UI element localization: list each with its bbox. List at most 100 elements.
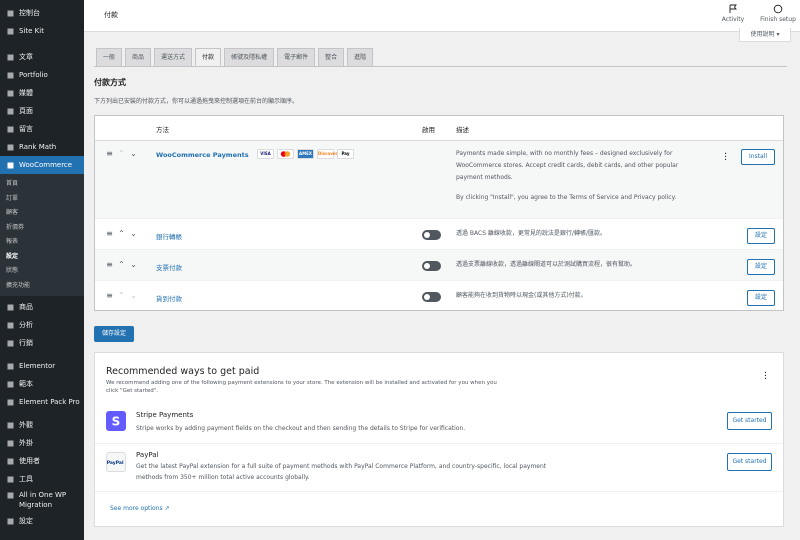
sidebar-item-label: Element Pack Pro xyxy=(19,398,80,406)
move-down-icon[interactable]: ⌄ xyxy=(129,291,138,300)
setup-button[interactable]: 設定 xyxy=(746,228,775,244)
setup-button[interactable]: 設定 xyxy=(746,290,775,306)
sidebar-item-dashboard[interactable]: 控制台 xyxy=(0,4,84,22)
drag-handle-icon[interactable]: ≡ xyxy=(105,260,114,269)
sidebar-item-woo[interactable]: WooCommerce xyxy=(0,156,84,174)
move-down-icon[interactable]: ⌄ xyxy=(129,149,138,158)
tab-3[interactable]: 付款 xyxy=(195,48,222,66)
sidebar-item-elementor[interactable]: Elementor xyxy=(0,357,84,375)
tab-5[interactable]: 電子郵件 xyxy=(277,48,316,66)
drag-handle-icon[interactable]: ≡ xyxy=(105,229,114,238)
drag-handle-icon[interactable]: ≡ xyxy=(105,291,114,300)
help-tab-button[interactable]: 使用說明 ▾ xyxy=(739,28,791,42)
move-up-icon[interactable]: ⌃ xyxy=(117,149,126,158)
tab-4[interactable]: 帳號及隱私權 xyxy=(224,48,275,66)
get-started-button[interactable]: Get started xyxy=(727,453,772,471)
sidebar-item-brush[interactable]: 外觀 xyxy=(0,416,84,434)
sidebar-item-comment[interactable]: 留言 xyxy=(0,120,84,138)
submenu-item[interactable]: 顧客 xyxy=(0,206,84,221)
col-method: 方法 xyxy=(156,126,169,134)
sidebar-item-user[interactable]: 使用者 xyxy=(0,452,84,470)
template-icon xyxy=(5,379,15,389)
tab-1[interactable]: 商品 xyxy=(125,48,152,66)
submenu-item[interactable]: 設定 xyxy=(0,250,84,265)
sidebar-item-label: 設定 xyxy=(19,517,33,525)
move-down-icon[interactable]: ⌄ xyxy=(129,260,138,269)
tab-0[interactable]: 一般 xyxy=(96,48,123,66)
sidebar-item-portfolio[interactable]: Portfolio xyxy=(0,66,84,84)
tab-6[interactable]: 整合 xyxy=(318,48,345,66)
sidebar-item-template[interactable]: 範本 xyxy=(0,375,84,393)
get-started-button[interactable]: Get started xyxy=(727,412,772,430)
visa-icon: VISA xyxy=(257,149,274,159)
settings-tabs: 一般 商品 運送方式 付款 帳號及隱私權 電子郵件 整合 進階 xyxy=(96,48,376,66)
sidebar-item-pin[interactable]: 文章 xyxy=(0,48,84,66)
method-description: 透過支票離線收款，透過離線閘道可以於測試購買流程，很有幫助。 xyxy=(456,261,637,268)
sidebar-item-rankmath[interactable]: Rank Math xyxy=(0,138,84,156)
move-up-icon[interactable]: ⌃ xyxy=(117,291,126,300)
sidebar-item-page[interactable]: 頁面 xyxy=(0,102,84,120)
flag-icon xyxy=(729,4,737,13)
plugin-icon xyxy=(5,438,15,448)
top-header: 付款 Activity Finish setup xyxy=(84,0,800,32)
method-name[interactable]: 支票付款 xyxy=(156,262,182,272)
sidebar-item-label: 頁面 xyxy=(19,107,33,115)
method-name[interactable]: 貨到付款 xyxy=(156,293,182,303)
sidebar-item-media[interactable]: 媒體 xyxy=(0,84,84,102)
sidebar-item-label: 媒體 xyxy=(19,89,33,97)
sidebar-item-wrench[interactable]: 工具 xyxy=(0,470,84,488)
applepay-icon: Pay xyxy=(337,149,354,159)
submenu-item[interactable]: 折價券 xyxy=(0,221,84,236)
see-more-label: See more options xyxy=(110,505,163,512)
divider xyxy=(95,443,783,444)
sidebar-item-label: Portfolio xyxy=(19,71,48,79)
move-up-icon[interactable]: ⌃ xyxy=(117,260,126,269)
sidebar-item-elementpack[interactable]: Element Pack Pro xyxy=(0,393,84,411)
sitekit-icon xyxy=(5,26,15,36)
tab-7[interactable]: 進階 xyxy=(347,48,374,66)
submenu-item[interactable]: 首頁 xyxy=(0,177,84,192)
setup-button[interactable]: 設定 xyxy=(746,259,775,275)
sidebar-item-settings[interactable]: 設定 xyxy=(0,512,84,530)
enable-toggle[interactable] xyxy=(422,261,441,271)
see-more-options-link[interactable]: See more options ↗ xyxy=(110,505,170,512)
sidebar-item-migration[interactable]: All in One WP Migration xyxy=(0,488,84,512)
more-options-icon[interactable]: · · · xyxy=(764,369,767,385)
method-name[interactable]: 銀行轉帳 xyxy=(156,231,182,241)
method-name[interactable]: WooCommerce Payments xyxy=(156,151,249,159)
sidebar-item-analytics[interactable]: 分析 xyxy=(0,316,84,334)
sidebar-item-sitekit[interactable]: Site Kit xyxy=(0,22,84,40)
sidebar-item-label: All in One WP Migration xyxy=(19,491,67,509)
sidebar-item-label: 商品 xyxy=(19,303,33,311)
sidebar-item-plugin[interactable]: 外掛 xyxy=(0,434,84,452)
section-title: 付款方式 xyxy=(94,78,126,87)
extension-description: Stripe works by adding payment fields on… xyxy=(136,425,466,432)
finish-setup-button[interactable]: Finish setup xyxy=(758,4,798,23)
sidebar-item-label: 外觀 xyxy=(19,421,33,429)
comment-icon xyxy=(5,124,15,134)
submenu-item[interactable]: 訂單 xyxy=(0,192,84,207)
more-options-icon[interactable]: · · · xyxy=(724,150,728,166)
enable-toggle[interactable] xyxy=(422,292,441,302)
sort-controls: ≡ ⌃ ⌄ xyxy=(105,291,138,300)
sidebar-item-label: Site Kit xyxy=(19,27,44,35)
desc-line: WooCommerce stores. Accept credit cards,… xyxy=(456,162,679,169)
desc-line: Payments made simple, with no monthly fe… xyxy=(456,150,673,157)
page-icon xyxy=(5,106,15,116)
sidebar-item-product[interactable]: 商品 xyxy=(0,298,84,316)
enable-toggle[interactable] xyxy=(422,230,441,240)
move-up-icon[interactable]: ⌃ xyxy=(117,229,126,238)
submenu-item[interactable]: 擴充功能 xyxy=(0,279,84,294)
submenu-item[interactable]: 報表 xyxy=(0,235,84,250)
tab-2[interactable]: 運送方式 xyxy=(154,48,193,66)
sidebar-item-megaphone[interactable]: 行銷 xyxy=(0,334,84,352)
divider xyxy=(95,491,783,492)
move-down-icon[interactable]: ⌄ xyxy=(129,229,138,238)
submenu-item[interactable]: 狀態 xyxy=(0,264,84,279)
terms-text: By clicking "Install", you agree to the … xyxy=(456,194,677,201)
install-button[interactable]: Install xyxy=(740,149,775,165)
save-changes-button[interactable]: 儲存設定 xyxy=(94,326,134,342)
extension-name: PayPal xyxy=(136,451,159,459)
activity-button[interactable]: Activity xyxy=(716,4,750,23)
drag-handle-icon[interactable]: ≡ xyxy=(105,149,114,158)
